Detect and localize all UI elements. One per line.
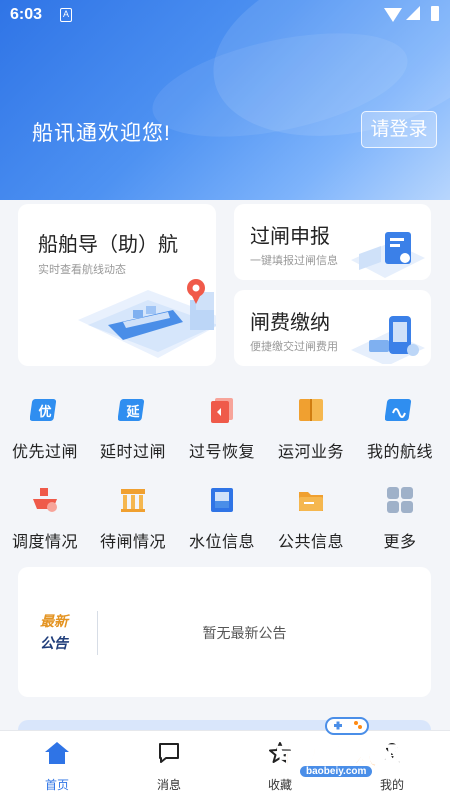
grid-label: 优先过闸 [11,444,78,461]
tab-home[interactable]: 首页 [17,741,97,793]
grid-label: 更多 [383,534,417,551]
water-level-icon [211,488,233,512]
navigation-card[interactable]: 船舶导（助）航 实时查看航线动态 [18,204,216,366]
tab-label: 首页 [44,778,69,792]
folder-icon [299,492,323,511]
navigation-title: 船舶导（助）航 [38,234,178,256]
grid-item-public-info[interactable]: 公共信息 [266,485,356,552]
restore-icon [211,398,233,423]
message-icon [159,743,179,763]
grid-label: 运河业务 [277,444,344,461]
grid-item-waiting[interactable]: 待闸情况 [88,485,178,552]
grid-label: 调度情况 [11,534,78,551]
grid-label: 过号恢复 [188,444,255,461]
watermark-url: baobeiy.com [300,766,373,777]
delay-icon: 延 [117,399,145,421]
document-illustration-icon [351,232,425,278]
grid-label: 水位信息 [188,534,255,551]
gamepad-icon [325,717,369,735]
home-icon [45,742,69,764]
fee-payment-card[interactable]: 闸费缴纳 便捷缴交过闸费用 [234,290,431,366]
fee-payment-subtitle: 便捷缴交过闸费用 [250,341,338,353]
status-time: 6:03 [10,6,43,23]
grid-item-more[interactable]: 更多 [355,485,445,552]
grid-item-restore[interactable]: 过号恢复 [177,395,267,462]
ship-illustration-icon [78,279,216,358]
wifi-icon [384,8,402,22]
login-button[interactable]: 请登录 [361,111,437,148]
svg-text:优: 优 [38,404,51,420]
grid-item-delay[interactable]: 延 延时过闸 [88,395,178,462]
ship-schedule-icon [33,488,57,512]
grid-label: 公共信息 [277,534,344,551]
battery-icon [431,6,439,21]
tab-messages[interactable]: 消息 [129,741,209,793]
grid-item-schedule[interactable]: 调度情况 [0,485,90,552]
notice-empty-text: 暂无最新公告 [202,625,287,641]
grid-item-canal[interactable]: 运河业务 [266,395,356,462]
lock-apply-card[interactable]: 过闸申报 一键填报过闸信息 [234,204,431,280]
more-grid-icon [387,487,413,513]
grid-label: 延时过闸 [99,444,166,461]
book-icon [299,399,323,421]
tab-label: 消息 [156,778,181,792]
notification-icon: A [60,8,72,22]
notice-panel: 最新 公告 暂无最新公告 [18,567,431,697]
lock-apply-title: 过闸申报 [250,226,330,248]
welcome-text: 船讯通欢迎您! [32,122,171,145]
signal-icon [406,6,420,20]
grid-item-priority[interactable]: 优 优先过闸 [0,395,90,462]
header-banner [0,0,450,200]
watermark: 宝贝游戏网 baobeiy.com [270,708,450,780]
grid-label: 待闸情况 [99,534,166,551]
grid-label: 我的航线 [366,444,433,461]
payment-illustration-icon [351,316,425,364]
svg-text:延: 延 [125,404,140,420]
grid-item-water-level[interactable]: 水位信息 [177,485,267,552]
grid-item-my-route[interactable]: 我的航线 [355,395,445,462]
status-bar: 6:03 A [0,0,450,30]
lock-apply-subtitle: 一键填报过闸信息 [250,255,338,267]
fee-payment-title: 闸费缴纳 [250,312,330,334]
lock-gate-icon [121,489,145,512]
priority-icon: 优 [29,399,57,421]
route-icon [384,399,412,421]
